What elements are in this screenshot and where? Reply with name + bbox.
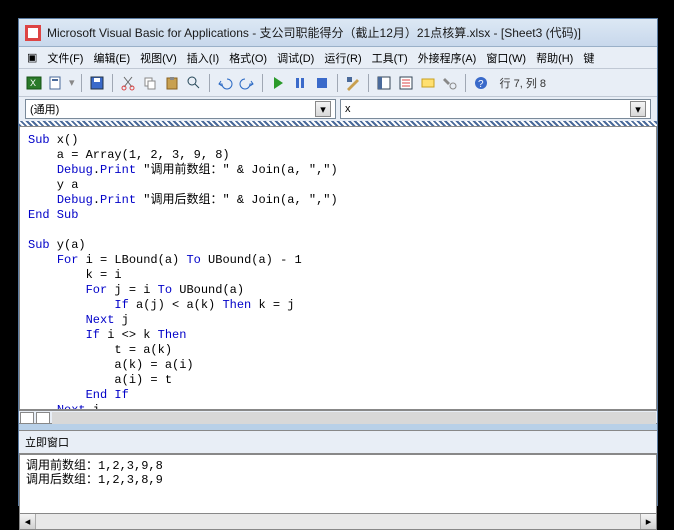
- dropdown-arrow-icon[interactable]: ▾: [315, 101, 331, 117]
- scroll-left-icon[interactable]: ◂: [20, 514, 36, 529]
- titlebar[interactable]: Microsoft Visual Basic for Applications …: [19, 19, 657, 47]
- menu-view[interactable]: 视图(V): [136, 48, 181, 68]
- svg-text:?: ?: [478, 79, 484, 90]
- menu-file[interactable]: 文件(F): [43, 48, 87, 68]
- paste-icon[interactable]: [163, 74, 181, 92]
- save-icon[interactable]: [88, 74, 106, 92]
- svg-text:X: X: [30, 78, 36, 88]
- object-selector[interactable]: (通用) ▾: [25, 99, 336, 119]
- cut-icon[interactable]: [119, 74, 137, 92]
- help-icon[interactable]: ?: [472, 74, 490, 92]
- code-editor[interactable]: Sub x() a = Array(1, 2, 3, 9, 8) Debug.P…: [19, 126, 657, 410]
- menu-window[interactable]: 窗口(W): [482, 48, 530, 68]
- procedure-view-icon[interactable]: [20, 412, 34, 424]
- dropdown-arrow-icon[interactable]: ▾: [630, 101, 646, 117]
- project-explorer-icon[interactable]: [375, 74, 393, 92]
- menu-edit[interactable]: 编辑(E): [89, 48, 134, 68]
- find-icon[interactable]: [185, 74, 203, 92]
- run-icon[interactable]: [269, 74, 287, 92]
- procedure-selector[interactable]: x ▾: [340, 99, 651, 119]
- full-module-view-icon[interactable]: [36, 412, 50, 424]
- menu-run[interactable]: 运行(R): [320, 48, 365, 68]
- object-selector-value: (通用): [30, 101, 59, 117]
- immediate-hscroll[interactable]: ◂ ▸: [19, 514, 657, 530]
- window-title: Microsoft Visual Basic for Applications …: [47, 24, 581, 41]
- code-text[interactable]: Sub x() a = Array(1, 2, 3, 9, 8) Debug.P…: [20, 127, 656, 410]
- object-browser-icon[interactable]: [419, 74, 437, 92]
- immediate-window[interactable]: 调用前数组：1,2,3,9,8 调用后数组：1,2,3,8,9: [19, 454, 657, 514]
- sys-menu-icon[interactable]: ▣: [23, 49, 41, 66]
- toolbox-icon[interactable]: [441, 74, 459, 92]
- menu-tools[interactable]: 工具(T): [368, 48, 412, 68]
- redo-icon[interactable]: [238, 74, 256, 92]
- design-mode-icon[interactable]: [344, 74, 362, 92]
- cursor-status: 行 7, 列 8: [500, 75, 546, 91]
- properties-icon[interactable]: [397, 74, 415, 92]
- menubar: ▣ 文件(F) 编辑(E) 视图(V) 插入(I) 格式(O) 调试(D) 运行…: [19, 47, 657, 69]
- menu-insert[interactable]: 插入(I): [183, 48, 223, 68]
- app-icon: [25, 25, 41, 41]
- window: Microsoft Visual Basic for Applications …: [18, 18, 658, 506]
- break-icon[interactable]: [291, 74, 309, 92]
- immediate-output: 调用前数组：1,2,3,9,8 调用后数组：1,2,3,8,9: [26, 459, 163, 487]
- menu-help[interactable]: 帮助(H): [532, 48, 577, 68]
- view-switcher: [19, 410, 657, 424]
- object-proc-selectors: (通用) ▾ x ▾: [19, 97, 657, 121]
- undo-icon[interactable]: [216, 74, 234, 92]
- menu-addins[interactable]: 外接程序(A): [414, 48, 481, 68]
- scroll-track[interactable]: [36, 514, 640, 529]
- immediate-window-label: 立即窗口: [19, 430, 657, 454]
- menu-debug[interactable]: 调试(D): [273, 48, 318, 68]
- insert-module-icon[interactable]: [47, 74, 65, 92]
- scroll-right-icon[interactable]: ▸: [640, 514, 656, 529]
- toolbar: X ▾ ? 行 7, 列 8: [19, 69, 657, 97]
- view-excel-icon[interactable]: X: [25, 74, 43, 92]
- copy-icon[interactable]: [141, 74, 159, 92]
- menu-extra[interactable]: 键: [579, 48, 598, 68]
- procedure-selector-value: x: [345, 103, 351, 115]
- hscroll-track[interactable]: [52, 412, 656, 424]
- reset-icon[interactable]: [313, 74, 331, 92]
- menu-format[interactable]: 格式(O): [225, 48, 271, 68]
